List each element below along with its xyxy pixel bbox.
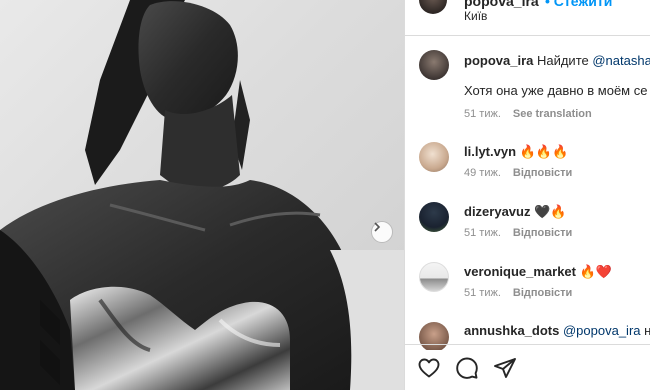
comment-text: annushka_dots @popova_ira н bbox=[464, 323, 650, 338]
follow-button[interactable]: • Стежити bbox=[545, 0, 612, 9]
reply-button[interactable]: Відповісти bbox=[513, 227, 572, 239]
comment-meta: 49 тиж. Відповісти bbox=[464, 167, 584, 179]
comment-body: 🖤🔥 bbox=[530, 204, 567, 219]
actions-divider bbox=[405, 344, 650, 345]
avatar[interactable] bbox=[419, 262, 449, 292]
comment-time[interactable]: 51 тиж. bbox=[464, 287, 501, 299]
comment-text: dizeryavuz 🖤🔥 bbox=[464, 204, 566, 220]
author-avatar[interactable] bbox=[419, 0, 447, 14]
reply-button[interactable]: Відповісти bbox=[513, 167, 572, 179]
see-translation-button[interactable]: See translation bbox=[513, 108, 592, 120]
post-header: popova_ira • Стежити Київ bbox=[405, 0, 650, 34]
comments-panel: popova_ira • Стежити Київ popova_ira Най… bbox=[405, 0, 650, 390]
next-photo-button[interactable] bbox=[371, 221, 393, 243]
comment-text: popova_ira Найдите @natasha bbox=[464, 53, 650, 68]
comment-meta: 51 тиж. Відповісти bbox=[464, 287, 584, 299]
mention-link[interactable]: @popova_ira bbox=[563, 323, 641, 338]
comment-username[interactable]: annushka_dots bbox=[464, 323, 559, 338]
avatar[interactable] bbox=[419, 202, 449, 232]
reply-button[interactable]: Відповісти bbox=[513, 287, 572, 299]
chevron-right-icon bbox=[374, 222, 381, 232]
comment-username[interactable]: dizeryavuz bbox=[464, 204, 530, 219]
like-button[interactable] bbox=[417, 356, 441, 380]
comment-username[interactable]: popova_ira bbox=[464, 53, 533, 68]
photo-illustration bbox=[0, 0, 404, 390]
comment-body: 🔥❤️ bbox=[576, 264, 612, 279]
post-location[interactable]: Київ bbox=[464, 9, 487, 23]
comment-body-line2: Хотя она уже давно в моём се bbox=[464, 83, 648, 98]
header-divider bbox=[405, 35, 650, 36]
avatar[interactable] bbox=[419, 142, 449, 172]
comment-meta: 51 тиж. Відповісти bbox=[464, 227, 584, 239]
comment-text: veronique_market 🔥❤️ bbox=[464, 264, 612, 280]
comment-button[interactable] bbox=[455, 356, 479, 380]
mention-link[interactable]: @natasha bbox=[592, 53, 650, 68]
heart-icon bbox=[418, 358, 440, 378]
comment-text: li.lyt.vyn 🔥🔥🔥 bbox=[464, 144, 568, 160]
share-button[interactable] bbox=[493, 356, 517, 380]
action-bar bbox=[405, 350, 650, 390]
comment-body: 🔥🔥🔥 bbox=[516, 144, 569, 159]
post-photo[interactable] bbox=[0, 0, 404, 390]
comment-meta: 51 тиж. See translation bbox=[464, 108, 604, 120]
comment-icon bbox=[456, 357, 478, 379]
comment-body-tail: н bbox=[644, 323, 650, 338]
author-username[interactable]: popova_ira bbox=[464, 0, 539, 9]
comment-body: Найдите bbox=[533, 53, 593, 68]
avatar[interactable] bbox=[419, 50, 449, 80]
share-icon bbox=[494, 358, 516, 378]
comment-time[interactable]: 51 тиж. bbox=[464, 227, 501, 239]
avatar[interactable] bbox=[419, 322, 449, 352]
comment-time[interactable]: 51 тиж. bbox=[464, 108, 501, 120]
comment-username[interactable]: li.lyt.vyn bbox=[464, 144, 516, 159]
comment-time[interactable]: 49 тиж. bbox=[464, 167, 501, 179]
comment-username[interactable]: veronique_market bbox=[464, 264, 576, 279]
